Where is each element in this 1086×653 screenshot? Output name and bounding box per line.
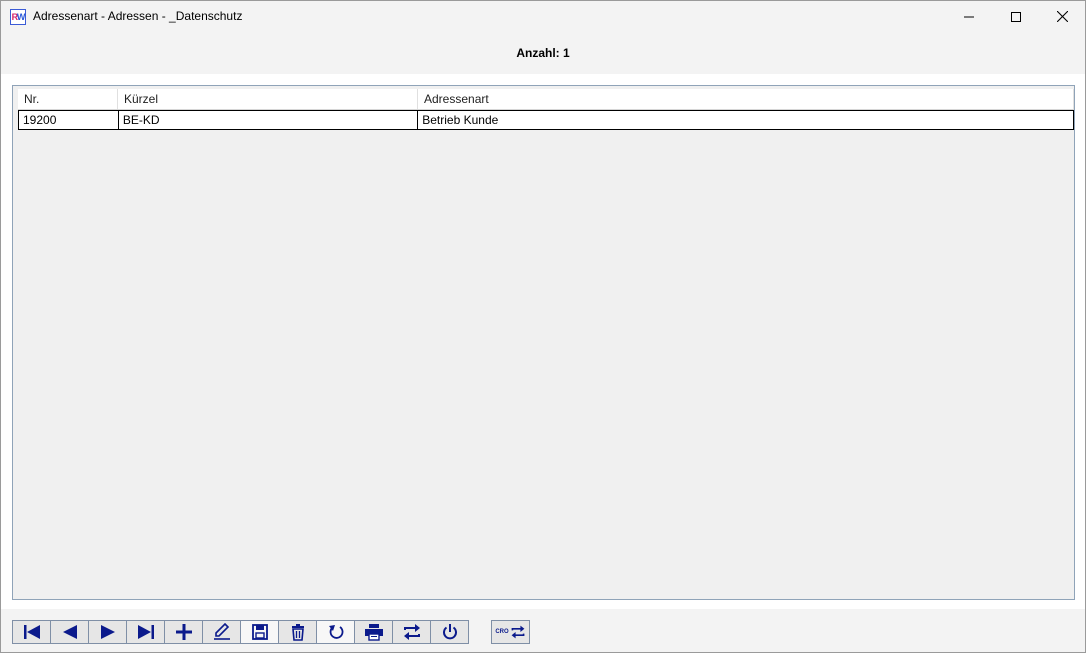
add-button[interactable] bbox=[164, 620, 203, 644]
previous-record-icon bbox=[62, 625, 77, 639]
first-record-button[interactable] bbox=[12, 620, 51, 644]
minimize-icon bbox=[964, 16, 974, 17]
edit-icon bbox=[213, 623, 230, 640]
cell-adressenart[interactable]: Betrieb Kunde bbox=[418, 111, 1073, 129]
column-header-adressenart[interactable]: Adressenart bbox=[418, 89, 1074, 109]
cro-swap-button[interactable]: CRO bbox=[491, 620, 530, 644]
column-header-kuerzel[interactable]: Kürzel bbox=[118, 89, 418, 109]
table-row[interactable]: 19200 BE-KD Betrieb Kunde bbox=[18, 110, 1074, 130]
next-record-button[interactable] bbox=[88, 620, 127, 644]
undo-icon bbox=[328, 625, 343, 639]
edit-button[interactable] bbox=[202, 620, 241, 644]
navigation-toolbar bbox=[12, 620, 469, 644]
next-record-icon bbox=[100, 625, 115, 639]
close-button[interactable] bbox=[1039, 1, 1085, 32]
swap-icon bbox=[511, 625, 525, 639]
content-panel: Nr. Kürzel Adressenart 19200 BE-KD Betri… bbox=[1, 74, 1085, 609]
minimize-button[interactable] bbox=[946, 1, 992, 32]
swap-icon bbox=[403, 624, 420, 640]
window-title: Adressenart - Adressen - _Datenschutz bbox=[33, 9, 243, 23]
print-icon bbox=[364, 624, 383, 641]
maximize-icon bbox=[1011, 11, 1021, 22]
record-count: Anzahl: 1 bbox=[516, 46, 570, 60]
maximize-button[interactable] bbox=[993, 1, 1039, 32]
delete-button[interactable] bbox=[278, 620, 317, 644]
last-record-icon bbox=[137, 625, 154, 639]
grid-header: Nr. Kürzel Adressenart bbox=[18, 89, 1074, 110]
delete-icon bbox=[291, 624, 304, 641]
add-icon bbox=[175, 624, 192, 640]
save-icon bbox=[251, 624, 268, 640]
data-grid[interactable]: Nr. Kürzel Adressenart 19200 BE-KD Betri… bbox=[12, 85, 1075, 600]
undo-button[interactable] bbox=[316, 620, 355, 644]
close-icon bbox=[1056, 11, 1068, 22]
power-icon bbox=[442, 624, 457, 640]
print-button[interactable] bbox=[354, 620, 393, 644]
save-button[interactable] bbox=[240, 620, 279, 644]
power-button[interactable] bbox=[430, 620, 469, 644]
app-window: RW Adressenart - Adressen - _Datenschutz… bbox=[0, 0, 1086, 653]
previous-record-button[interactable] bbox=[50, 620, 89, 644]
cell-nr[interactable]: 19200 bbox=[19, 111, 119, 129]
swap-button[interactable] bbox=[392, 620, 431, 644]
column-header-nr[interactable]: Nr. bbox=[18, 89, 118, 109]
rw-app-icon: RW bbox=[10, 9, 26, 25]
cell-kuerzel[interactable]: BE-KD bbox=[119, 111, 419, 129]
first-record-icon bbox=[23, 625, 40, 639]
title-bar[interactable]: RW Adressenart - Adressen - _Datenschutz bbox=[1, 1, 1085, 32]
last-record-button[interactable] bbox=[126, 620, 165, 644]
cro-label: CRO bbox=[495, 629, 509, 635]
extra-toolbar: CRO bbox=[491, 620, 530, 644]
